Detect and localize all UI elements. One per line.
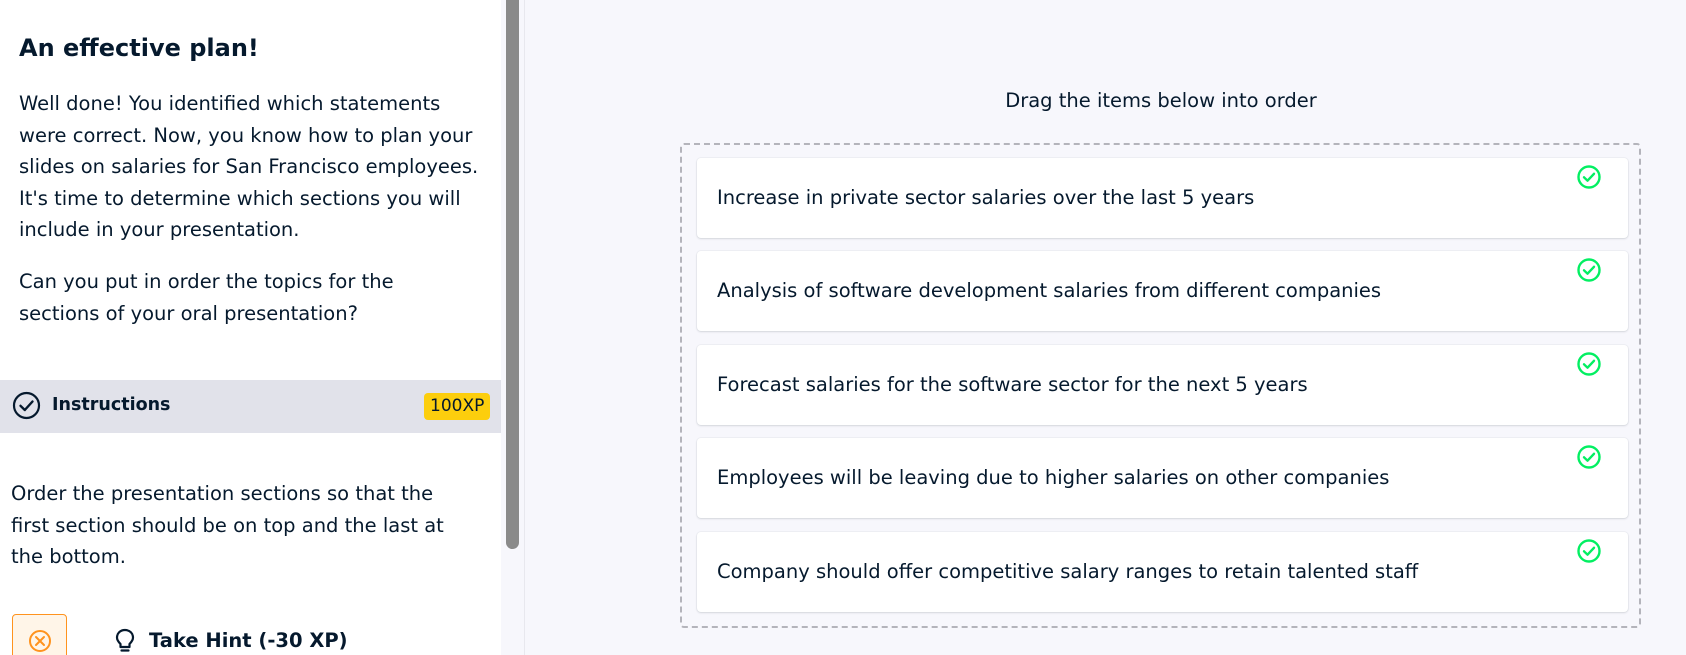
- xp-badge: 100XP: [424, 393, 491, 420]
- correct-check-icon: [1577, 539, 1601, 563]
- instructions-text: Order the presentation sections so that …: [11, 482, 444, 569]
- check-circle-icon: [12, 391, 41, 420]
- context-question: Can you put in order the topics for the …: [19, 270, 394, 325]
- lightbulb-icon: [115, 628, 135, 652]
- context-panel: An effective plan! Well done! You identi…: [0, 0, 501, 655]
- panel-scrollbar-thumb[interactable]: [506, 0, 519, 549]
- correct-check-icon: [1577, 165, 1601, 189]
- drag-drop-zone[interactable]: Increase in private sector salaries over…: [680, 143, 1641, 628]
- hint-toggle-button[interactable]: [12, 614, 67, 655]
- correct-check-icon: [1577, 352, 1601, 376]
- drag-item[interactable]: Increase in private sector salaries over…: [697, 158, 1628, 238]
- instructions-label: Instructions: [52, 395, 171, 415]
- correct-check-icon: [1577, 445, 1601, 469]
- drag-item[interactable]: Analysis of software development salarie…: [697, 251, 1628, 331]
- drag-item-label: Increase in private sector salaries over…: [717, 186, 1255, 209]
- drag-prompt: Drag the items below into order: [1005, 89, 1317, 112]
- drag-item-label: Forecast salaries for the software secto…: [717, 373, 1308, 396]
- drag-item[interactable]: Employees will be leaving due to higher …: [697, 438, 1628, 518]
- instructions-header: Instructions 100XP: [0, 380, 501, 433]
- correct-check-icon: [1577, 258, 1601, 282]
- drag-item[interactable]: Company should offer competitive salary …: [697, 532, 1628, 612]
- drag-item-label: Analysis of software development salarie…: [717, 279, 1382, 302]
- context-paragraph: Well done! You identified which statemen…: [19, 92, 479, 242]
- drag-item-label: Company should offer competitive salary …: [717, 560, 1419, 583]
- close-circle-icon: [29, 630, 51, 652]
- take-hint-button[interactable]: Take Hint (-30 XP): [149, 629, 348, 652]
- drag-item[interactable]: Forecast salaries for the software secto…: [697, 345, 1628, 425]
- exercise-title: An effective plan!: [19, 34, 259, 62]
- drag-item-label: Employees will be leaving due to higher …: [717, 466, 1390, 489]
